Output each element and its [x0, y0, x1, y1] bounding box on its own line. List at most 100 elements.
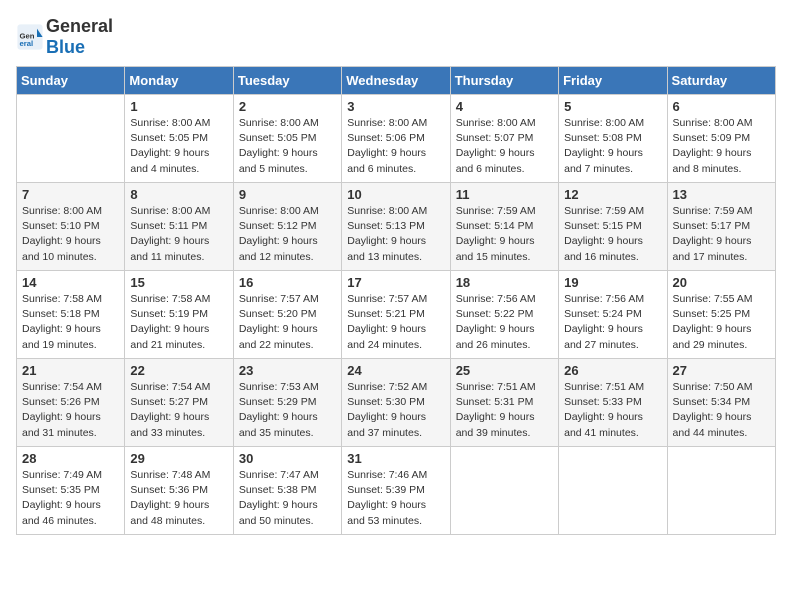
- calendar-week-row: 1 Sunrise: 8:00 AMSunset: 5:05 PMDaylight…: [17, 95, 776, 183]
- day-info: Sunrise: 7:47 AMSunset: 5:38 PMDaylight:…: [239, 468, 336, 529]
- day-number: 15: [130, 275, 227, 290]
- calendar-cell: 25 Sunrise: 7:51 AMSunset: 5:31 PMDayligh…: [450, 359, 558, 447]
- day-number: 2: [239, 99, 336, 114]
- day-info: Sunrise: 7:59 AMSunset: 5:17 PMDaylight:…: [673, 204, 770, 265]
- day-number: 26: [564, 363, 661, 378]
- day-info: Sunrise: 7:55 AMSunset: 5:25 PMDaylight:…: [673, 292, 770, 353]
- day-number: 19: [564, 275, 661, 290]
- calendar-cell: 7 Sunrise: 8:00 AMSunset: 5:10 PMDaylight…: [17, 183, 125, 271]
- logo-icon: Gen eral: [16, 23, 44, 51]
- day-info: Sunrise: 8:00 AMSunset: 5:08 PMDaylight:…: [564, 116, 661, 177]
- day-info: Sunrise: 8:00 AMSunset: 5:05 PMDaylight:…: [130, 116, 227, 177]
- day-info: Sunrise: 7:59 AMSunset: 5:14 PMDaylight:…: [456, 204, 553, 265]
- page-header: Gen eral General Blue: [16, 16, 776, 58]
- calendar-cell: 8Sunrise: 8:00 AMSunset: 5:11 PMDaylight…: [125, 183, 233, 271]
- calendar-cell: 10 Sunrise: 8:00 AMSunset: 5:13 PMDayligh…: [342, 183, 450, 271]
- day-number: 28: [22, 451, 119, 466]
- calendar-cell: 2 Sunrise: 8:00 AMSunset: 5:05 PMDaylight…: [233, 95, 341, 183]
- calendar-cell: 22 Sunrise: 7:54 AMSunset: 5:27 PMDayligh…: [125, 359, 233, 447]
- day-number: 4: [456, 99, 553, 114]
- day-number: 3: [347, 99, 444, 114]
- day-info: Sunrise: 7:51 AMSunset: 5:31 PMDaylight:…: [456, 380, 553, 441]
- day-info: Sunrise: 7:54 AMSunset: 5:27 PMDaylight:…: [130, 380, 227, 441]
- calendar-cell: 13Sunrise: 7:59 AMSunset: 5:17 PMDayligh…: [667, 183, 775, 271]
- calendar-cell: [559, 447, 667, 535]
- day-number: 27: [673, 363, 770, 378]
- day-number: 16: [239, 275, 336, 290]
- calendar-cell: 23Sunrise: 7:53 AMSunset: 5:29 PMDayligh…: [233, 359, 341, 447]
- calendar-cell: 11Sunrise: 7:59 AMSunset: 5:14 PMDayligh…: [450, 183, 558, 271]
- calendar-header-row: SundayMondayTuesdayWednesdayThursdayFrid…: [17, 67, 776, 95]
- day-info: Sunrise: 8:00 AMSunset: 5:10 PMDaylight:…: [22, 204, 119, 265]
- calendar-cell: 3 Sunrise: 8:00 AMSunset: 5:06 PMDaylight…: [342, 95, 450, 183]
- day-number: 30: [239, 451, 336, 466]
- calendar-cell: 29 Sunrise: 7:48 AMSunset: 5:36 PMDayligh…: [125, 447, 233, 535]
- calendar-cell: 1 Sunrise: 8:00 AMSunset: 5:05 PMDaylight…: [125, 95, 233, 183]
- day-info: Sunrise: 7:56 AMSunset: 5:24 PMDaylight:…: [564, 292, 661, 353]
- logo: Gen eral General Blue: [16, 16, 113, 58]
- day-number: 6: [673, 99, 770, 114]
- calendar-week-row: 7 Sunrise: 8:00 AMSunset: 5:10 PMDaylight…: [17, 183, 776, 271]
- day-number: 14: [22, 275, 119, 290]
- weekday-header-monday: Monday: [125, 67, 233, 95]
- logo-blue-text: Blue: [46, 37, 85, 57]
- day-number: 18: [456, 275, 553, 290]
- day-info: Sunrise: 8:00 AMSunset: 5:09 PMDaylight:…: [673, 116, 770, 177]
- calendar-cell: 9 Sunrise: 8:00 AMSunset: 5:12 PMDaylight…: [233, 183, 341, 271]
- weekday-header-friday: Friday: [559, 67, 667, 95]
- calendar-cell: 6 Sunrise: 8:00 AMSunset: 5:09 PMDaylight…: [667, 95, 775, 183]
- weekday-header-thursday: Thursday: [450, 67, 558, 95]
- day-number: 25: [456, 363, 553, 378]
- day-number: 21: [22, 363, 119, 378]
- day-number: 31: [347, 451, 444, 466]
- day-number: 22: [130, 363, 227, 378]
- calendar-cell: 26 Sunrise: 7:51 AMSunset: 5:33 PMDayligh…: [559, 359, 667, 447]
- calendar-cell: 28 Sunrise: 7:49 AMSunset: 5:35 PMDayligh…: [17, 447, 125, 535]
- calendar-cell: [450, 447, 558, 535]
- calendar-cell: 16Sunrise: 7:57 AMSunset: 5:20 PMDayligh…: [233, 271, 341, 359]
- day-info: Sunrise: 7:58 AMSunset: 5:19 PMDaylight:…: [130, 292, 227, 353]
- day-info: Sunrise: 7:51 AMSunset: 5:33 PMDaylight:…: [564, 380, 661, 441]
- day-number: 9: [239, 187, 336, 202]
- day-number: 20: [673, 275, 770, 290]
- weekday-header-tuesday: Tuesday: [233, 67, 341, 95]
- day-number: 23: [239, 363, 336, 378]
- day-number: 7: [22, 187, 119, 202]
- day-info: Sunrise: 8:00 AMSunset: 5:07 PMDaylight:…: [456, 116, 553, 177]
- calendar-cell: 19 Sunrise: 7:56 AMSunset: 5:24 PMDayligh…: [559, 271, 667, 359]
- day-info: Sunrise: 8:00 AMSunset: 5:05 PMDaylight:…: [239, 116, 336, 177]
- day-number: 29: [130, 451, 227, 466]
- calendar-cell: 4 Sunrise: 8:00 AMSunset: 5:07 PMDaylight…: [450, 95, 558, 183]
- day-info: Sunrise: 7:54 AMSunset: 5:26 PMDaylight:…: [22, 380, 119, 441]
- calendar-cell: 20 Sunrise: 7:55 AMSunset: 5:25 PMDayligh…: [667, 271, 775, 359]
- day-info: Sunrise: 8:00 AMSunset: 5:12 PMDaylight:…: [239, 204, 336, 265]
- day-info: Sunrise: 7:48 AMSunset: 5:36 PMDaylight:…: [130, 468, 227, 529]
- calendar-cell: 12Sunrise: 7:59 AMSunset: 5:15 PMDayligh…: [559, 183, 667, 271]
- calendar-cell: 15 Sunrise: 7:58 AMSunset: 5:19 PMDayligh…: [125, 271, 233, 359]
- day-info: Sunrise: 7:46 AMSunset: 5:39 PMDaylight:…: [347, 468, 444, 529]
- day-info: Sunrise: 7:57 AMSunset: 5:21 PMDaylight:…: [347, 292, 444, 353]
- day-info: Sunrise: 7:50 AMSunset: 5:34 PMDaylight:…: [673, 380, 770, 441]
- calendar-cell: 17 Sunrise: 7:57 AMSunset: 5:21 PMDayligh…: [342, 271, 450, 359]
- day-info: Sunrise: 7:49 AMSunset: 5:35 PMDaylight:…: [22, 468, 119, 529]
- day-number: 24: [347, 363, 444, 378]
- calendar-table: SundayMondayTuesdayWednesdayThursdayFrid…: [16, 66, 776, 535]
- calendar-week-row: 28 Sunrise: 7:49 AMSunset: 5:35 PMDayligh…: [17, 447, 776, 535]
- calendar-cell: [17, 95, 125, 183]
- calendar-week-row: 21 Sunrise: 7:54 AMSunset: 5:26 PMDayligh…: [17, 359, 776, 447]
- day-number: 10: [347, 187, 444, 202]
- weekday-header-wednesday: Wednesday: [342, 67, 450, 95]
- logo-general-text: General: [46, 16, 113, 36]
- calendar-cell: 18 Sunrise: 7:56 AMSunset: 5:22 PMDayligh…: [450, 271, 558, 359]
- day-info: Sunrise: 8:00 AMSunset: 5:06 PMDaylight:…: [347, 116, 444, 177]
- calendar-cell: 21 Sunrise: 7:54 AMSunset: 5:26 PMDayligh…: [17, 359, 125, 447]
- weekday-header-sunday: Sunday: [17, 67, 125, 95]
- calendar-cell: 30 Sunrise: 7:47 AMSunset: 5:38 PMDayligh…: [233, 447, 341, 535]
- day-number: 1: [130, 99, 227, 114]
- day-info: Sunrise: 7:56 AMSunset: 5:22 PMDaylight:…: [456, 292, 553, 353]
- day-number: 17: [347, 275, 444, 290]
- calendar-cell: 24Sunrise: 7:52 AMSunset: 5:30 PMDayligh…: [342, 359, 450, 447]
- calendar-cell: [667, 447, 775, 535]
- day-info: Sunrise: 8:00 AMSunset: 5:13 PMDaylight:…: [347, 204, 444, 265]
- day-info: Sunrise: 8:00 AMSunset: 5:11 PMDaylight:…: [130, 204, 227, 265]
